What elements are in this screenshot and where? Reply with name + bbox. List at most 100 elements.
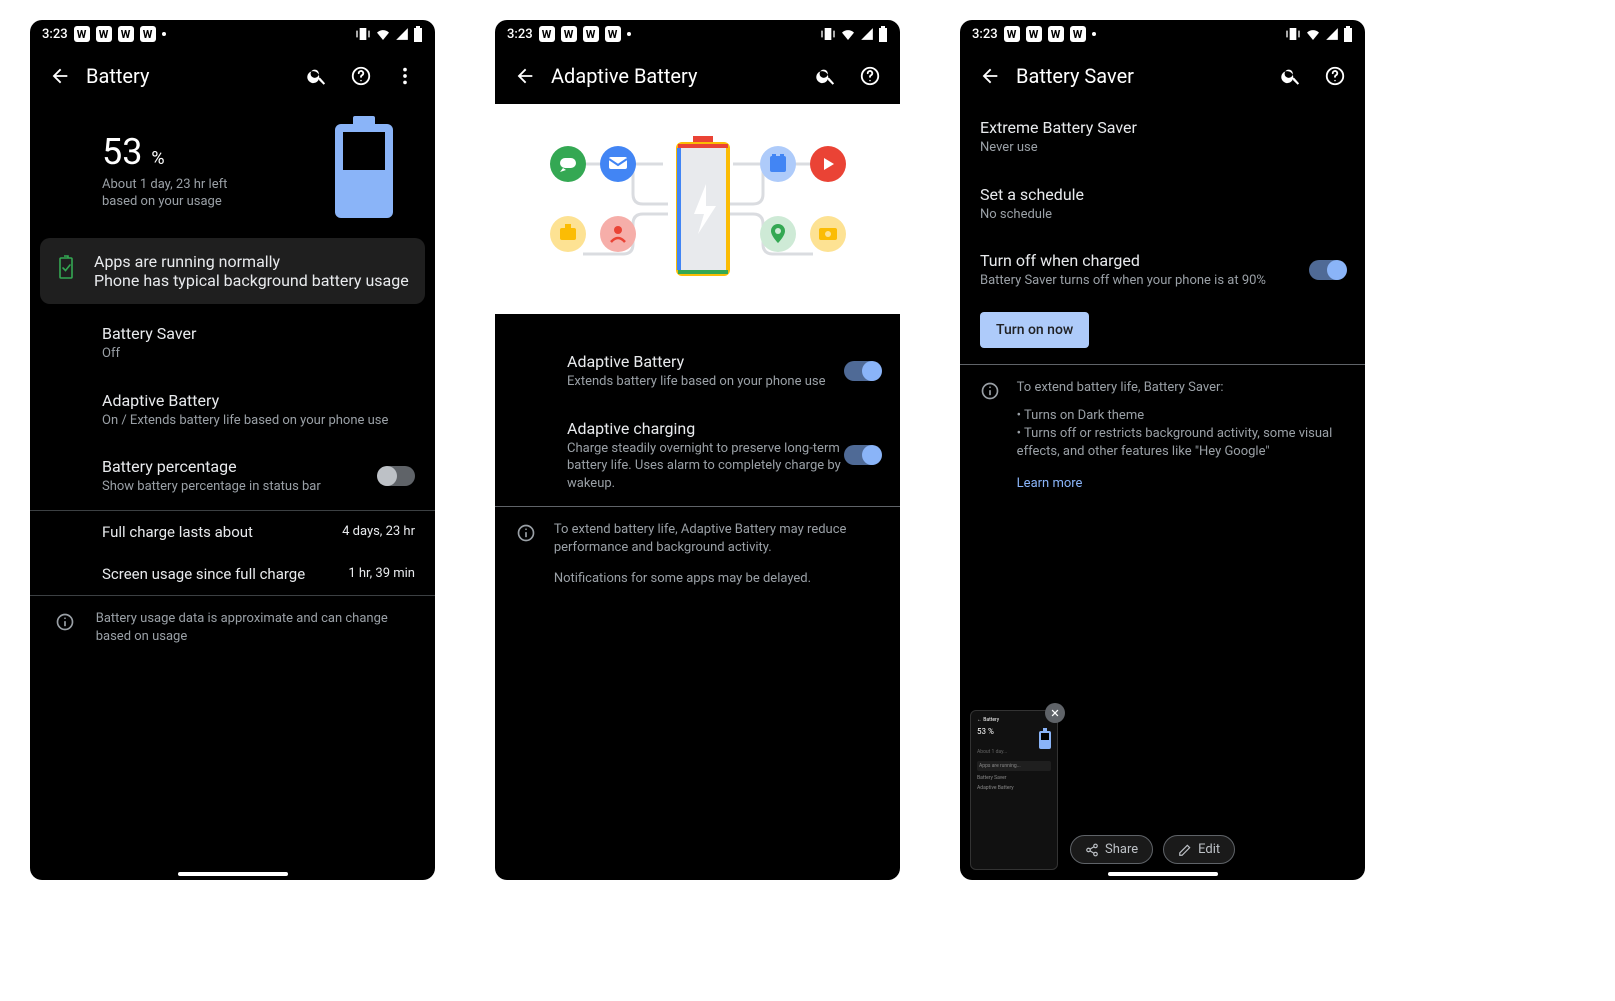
full-charge-value: 4 days, 23 hr <box>342 524 415 539</box>
share-chip[interactable]: Share <box>1070 835 1153 864</box>
help-button[interactable] <box>339 54 383 98</box>
nav-pill[interactable] <box>178 872 288 876</box>
more-dot-icon <box>627 32 631 36</box>
overflow-button[interactable] <box>383 54 427 98</box>
w-icon: W <box>1070 26 1086 42</box>
help-icon <box>1324 65 1346 87</box>
adaptive-title: Adaptive Battery <box>102 391 415 410</box>
info-icon <box>516 523 536 543</box>
schedule-title: Set a schedule <box>980 185 1345 204</box>
share-icon <box>1085 843 1099 857</box>
battery-info-footer: Battery usage data is approximate and ca… <box>30 596 435 660</box>
search-button[interactable] <box>295 54 339 98</box>
battery-status-icon <box>878 26 888 42</box>
edit-chip[interactable]: Edit <box>1163 835 1235 864</box>
battery-saver-title: Battery Saver <box>102 324 415 343</box>
back-button[interactable] <box>968 54 1012 98</box>
percentage-title: Battery percentage <box>102 457 379 476</box>
screen-usage-row[interactable]: Screen usage since full charge 1 hr, 39 … <box>30 553 435 595</box>
back-button[interactable] <box>503 54 547 98</box>
share-label: Share <box>1105 842 1138 857</box>
adaptive-battery-sub: Extends battery life based on your phone… <box>567 373 844 391</box>
battery-percent-value: 53 <box>102 131 142 173</box>
battery-percentage-item[interactable]: Battery percentage Show battery percenta… <box>30 443 435 510</box>
battery-saver-sub: Off <box>102 345 415 363</box>
status-bar: 3:23 W W W W <box>495 20 900 48</box>
w-icon: W <box>96 26 112 42</box>
search-icon <box>1280 65 1302 87</box>
schedule-sub: No schedule <box>980 206 1345 224</box>
battery-hero: 53 % About 1 day, 23 hr left based on yo… <box>30 104 435 232</box>
w-icon: W <box>1048 26 1064 42</box>
search-button[interactable] <box>1269 54 1313 98</box>
turn-on-now-button[interactable]: Turn on now <box>980 312 1089 348</box>
schedule-item[interactable]: Set a schedule No schedule <box>960 171 1365 238</box>
apps-normal-card[interactable]: Apps are running normally Phone has typi… <box>40 238 425 304</box>
battery-status-icon <box>413 26 423 42</box>
screenshot-close-button[interactable] <box>1045 703 1065 723</box>
arrow-back-icon <box>979 65 1001 87</box>
search-button[interactable] <box>804 54 848 98</box>
edit-label: Edit <box>1198 842 1220 857</box>
screenshot-thumbnail[interactable]: ← Battery 53 % About 1 day... Apps are r… <box>970 710 1058 870</box>
battery-check-icon <box>56 254 76 280</box>
saver-info-head: To extend battery life, Battery Saver: <box>1017 379 1345 397</box>
full-charge-row[interactable]: Full charge lasts about 4 days, 23 hr <box>30 511 435 553</box>
arrow-back-icon <box>49 65 71 87</box>
search-icon <box>815 65 837 87</box>
screen-usage-label: Screen usage since full charge <box>102 565 348 583</box>
battery-large-icon <box>335 124 393 218</box>
wifi-icon <box>375 26 391 42</box>
vibrate-icon <box>820 26 836 42</box>
help-icon <box>859 65 881 87</box>
page-title: Battery Saver <box>1012 64 1269 88</box>
arrow-back-icon <box>514 65 536 87</box>
w-icon: W <box>140 26 156 42</box>
w-icon: W <box>1026 26 1042 42</box>
adaptive-charging-toggle[interactable] <box>844 445 880 465</box>
status-time: 3:23 <box>972 27 998 42</box>
more-vert-icon <box>394 65 416 87</box>
extreme-saver-item[interactable]: Extreme Battery Saver Never use <box>960 104 1365 171</box>
w-icon: W <box>74 26 90 42</box>
percent-sign: % <box>151 148 164 169</box>
w-icon: W <box>1004 26 1020 42</box>
help-button[interactable] <box>848 54 892 98</box>
adaptive-charging-item[interactable]: Adaptive charging Charge steadily overni… <box>495 405 900 507</box>
adaptive-battery-toggle[interactable] <box>844 361 880 381</box>
vibrate-icon <box>1285 26 1301 42</box>
battery-percentage-toggle[interactable] <box>379 466 415 486</box>
extreme-sub: Never use <box>980 139 1345 157</box>
saver-info-bullet2: • Turns off or restricts background acti… <box>1017 425 1345 461</box>
saver-info-bullet1: • Turns on Dark theme <box>1017 407 1345 425</box>
status-bar: 3:23 W W W W <box>960 20 1365 48</box>
adaptive-battery-item[interactable]: Adaptive Battery Extends battery life ba… <box>495 338 900 405</box>
search-icon <box>306 65 328 87</box>
battery-settings-screen: 3:23 W W W W Battery <box>30 20 435 880</box>
apps-card-title: Apps are running normally <box>94 252 409 271</box>
turnoff-charged-item[interactable]: Turn off when charged Battery Saver turn… <box>960 237 1365 304</box>
adaptive-battery-item[interactable]: Adaptive Battery On / Extends battery li… <box>30 377 435 444</box>
status-time: 3:23 <box>507 27 533 42</box>
learn-more-link[interactable]: Learn more <box>1017 475 1345 493</box>
signal-icon <box>860 27 874 41</box>
adaptive-battery-screen: 3:23 W W W W Adaptive Battery <box>495 20 900 880</box>
help-button[interactable] <box>1313 54 1357 98</box>
w-icon: W <box>561 26 577 42</box>
battery-estimate-line1: About 1 day, 23 hr left <box>102 177 335 194</box>
adaptive-info-text2: Notifications for some apps may be delay… <box>554 570 880 588</box>
signal-icon <box>1325 27 1339 41</box>
turnoff-charged-toggle[interactable] <box>1309 260 1345 280</box>
w-icon: W <box>583 26 599 42</box>
app-bar: Battery <box>30 48 435 104</box>
help-icon <box>350 65 372 87</box>
info-icon <box>55 612 75 632</box>
back-button[interactable] <box>38 54 82 98</box>
nav-pill[interactable] <box>1108 872 1218 876</box>
wifi-icon <box>840 26 856 42</box>
w-icon: W <box>605 26 621 42</box>
more-dot-icon <box>1092 32 1096 36</box>
battery-saver-item[interactable]: Battery Saver Off <box>30 310 435 377</box>
vibrate-icon <box>355 26 371 42</box>
status-time: 3:23 <box>42 27 68 42</box>
